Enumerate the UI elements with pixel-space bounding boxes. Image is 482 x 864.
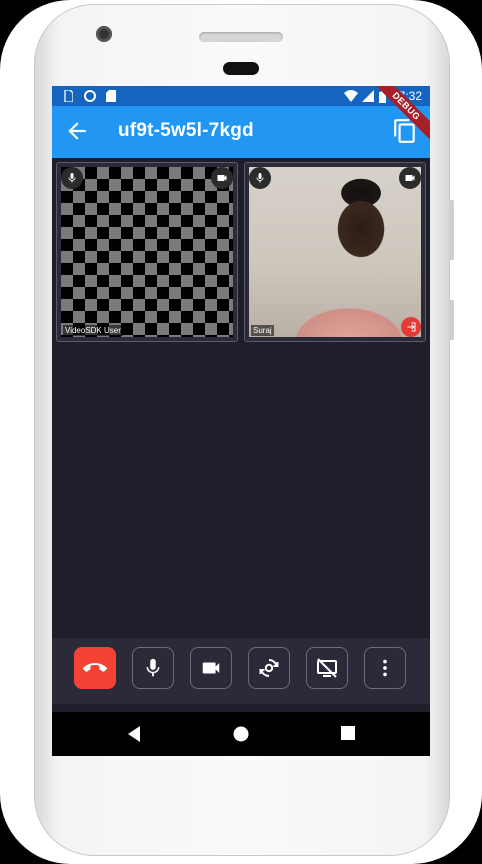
mic-icon: [249, 167, 271, 189]
screen-share-off-icon: [317, 658, 337, 678]
phone-frame: 7:32 uf9t-5w5l-7kgd DEBUG VideoSDK User: [0, 0, 482, 864]
speaker-grille: [199, 32, 283, 42]
sd-card-icon: [106, 90, 116, 102]
participant-name: VideoSDK User: [63, 325, 123, 336]
app-bar: uf9t-5w5l-7kgd: [52, 106, 430, 158]
power-button: [449, 300, 454, 340]
recents-square-icon[interactable]: [340, 725, 356, 741]
more-vert-icon: [383, 659, 387, 677]
participant-tile[interactable]: VideoSDK User: [56, 162, 238, 342]
mic-button[interactable]: [132, 647, 174, 689]
earpiece: [223, 62, 259, 75]
signal-icon: [362, 90, 374, 102]
videocam-icon: [211, 167, 233, 189]
video-placeholder: [61, 167, 233, 337]
home-circle-icon[interactable]: [232, 725, 250, 743]
screen-share-button[interactable]: [306, 647, 348, 689]
screen: 7:32 uf9t-5w5l-7kgd DEBUG VideoSDK User: [52, 86, 430, 756]
sync-icon: [84, 90, 96, 102]
front-camera: [96, 26, 112, 42]
camera-button[interactable]: [190, 647, 232, 689]
leave-icon[interactable]: [401, 317, 421, 337]
call-controls: [52, 638, 430, 704]
mic-icon: [146, 658, 160, 677]
videocam-icon: [202, 662, 220, 674]
page-title: uf9t-5w5l-7kgd: [118, 120, 254, 141]
wifi-icon: [344, 90, 358, 102]
sim-icon: [64, 90, 73, 102]
participant-tile[interactable]: Suraj: [244, 162, 426, 342]
more-options-button[interactable]: [364, 647, 406, 689]
arrow-back-icon[interactable]: [64, 118, 90, 144]
switch-camera-button[interactable]: [248, 647, 290, 689]
mic-icon: [61, 167, 83, 189]
status-bar: 7:32: [52, 86, 430, 106]
back-triangle-icon[interactable]: [126, 725, 142, 743]
switch-camera-icon: [259, 658, 279, 678]
volume-button: [449, 200, 454, 260]
end-call-button[interactable]: [74, 647, 116, 689]
navigation-bar: [52, 712, 430, 756]
camera-feed: [249, 167, 421, 337]
call-end-icon: [83, 663, 107, 672]
participant-name: Suraj: [251, 325, 274, 336]
videocam-icon: [399, 167, 421, 189]
